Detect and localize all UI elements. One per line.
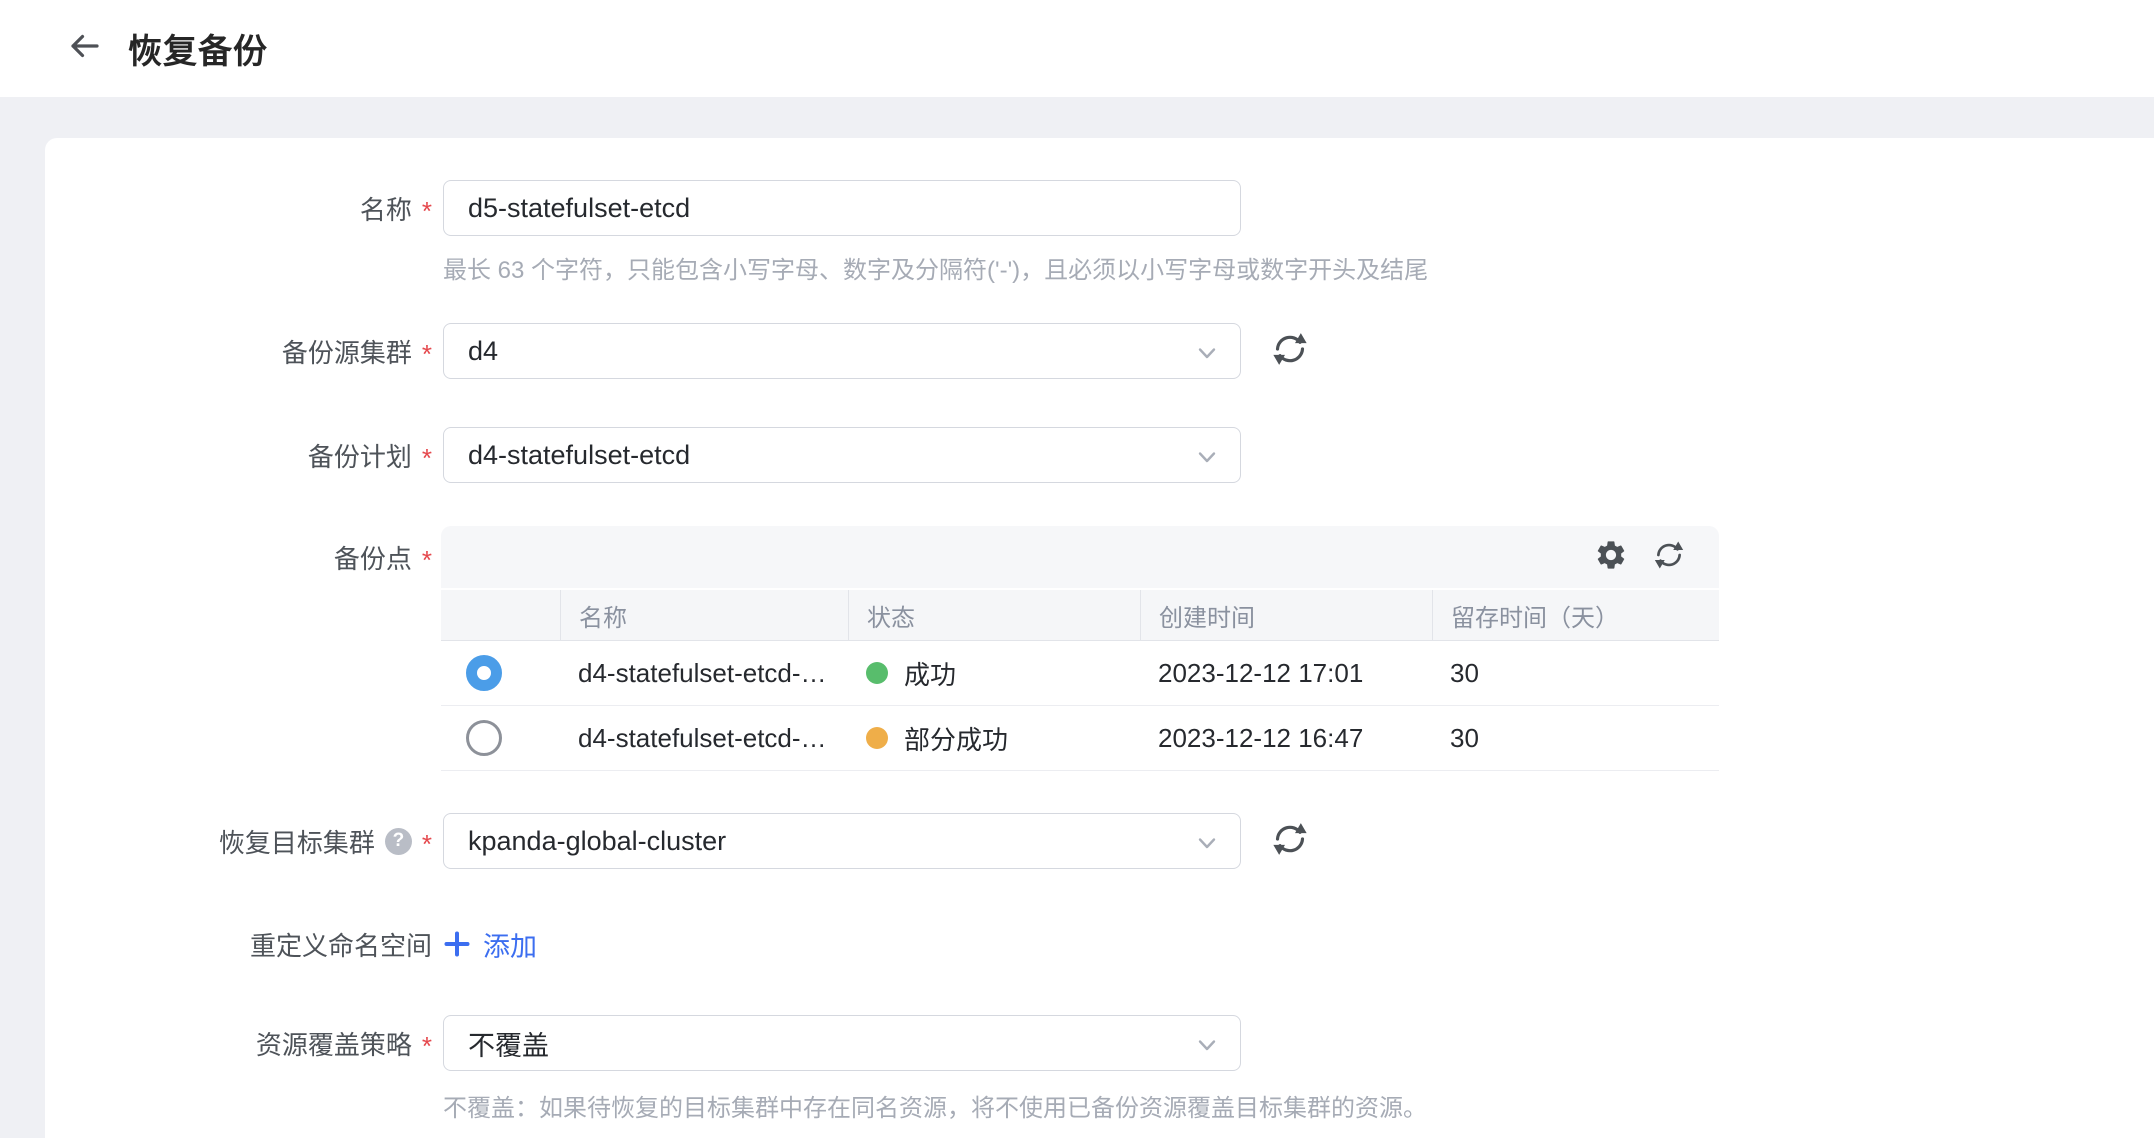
- backup-plan-value: d4-statefulset-etcd: [468, 440, 690, 471]
- name-label-text: 名称: [360, 190, 412, 227]
- status-text: 成功: [904, 655, 956, 692]
- backup-point-name: d4-statefulset-etcd-…: [560, 706, 848, 770]
- source-cluster-value: d4: [468, 336, 498, 367]
- target-cluster-select[interactable]: kpanda-global-cluster: [443, 813, 1241, 869]
- column-settings-button[interactable]: [1593, 539, 1629, 575]
- required-asterisk: *: [422, 831, 432, 857]
- page-header: 恢复备份: [0, 0, 2154, 97]
- backup-point-label: 备份点 *: [45, 526, 432, 588]
- source-cluster-label-text: 备份源集群: [282, 333, 412, 370]
- back-button[interactable]: [62, 27, 106, 71]
- target-cluster-field: kpanda-global-cluster: [443, 813, 1241, 869]
- backup-plan-select[interactable]: d4-statefulset-etcd: [443, 427, 1241, 483]
- refresh-icon: [1270, 819, 1310, 864]
- backup-point-radio-unselected[interactable]: [466, 720, 502, 756]
- required-asterisk: *: [422, 547, 432, 573]
- gear-icon: [1594, 538, 1628, 577]
- backup-plan-label: 备份计划 *: [45, 427, 432, 483]
- restore-backup-page: 恢复备份 名称 * 最长 63 个字符，只能包含小写字母、数字及分隔符('-')…: [0, 0, 2154, 1138]
- status-cell: 成功: [848, 641, 1140, 705]
- name-help-text: 最长 63 个字符，只能包含小写字母、数字及分隔符('-')，且必须以小写字母或…: [443, 250, 1428, 285]
- form-card: 名称 * 最长 63 个字符，只能包含小写字母、数字及分隔符('-')，且必须以…: [45, 138, 2154, 1138]
- created-time: 2023-12-12 16:47: [1140, 706, 1432, 770]
- required-asterisk: *: [422, 445, 432, 471]
- name-input[interactable]: [443, 180, 1241, 236]
- back-arrow-icon: [66, 28, 102, 69]
- radio-column-header: [441, 590, 560, 640]
- overwrite-policy-help-text: 不覆盖：如果待恢复的目标集群中存在同名资源，将不使用已备份资源覆盖目标集群的资源…: [443, 1088, 1427, 1123]
- target-cluster-value: kpanda-global-cluster: [468, 826, 726, 857]
- redefine-namespace-label-text: 重定义命名空间: [250, 926, 432, 963]
- backup-point-toolbar: [441, 526, 1719, 588]
- name-label: 名称 *: [45, 180, 432, 236]
- backup-point-radio-selected[interactable]: [466, 655, 502, 691]
- backup-plan-label-text: 备份计划: [308, 437, 412, 474]
- required-asterisk: *: [422, 198, 432, 224]
- backup-point-table-header: 名称 状态 创建时间 留存时间（天）: [441, 588, 1719, 641]
- backup-plan-field: d4-statefulset-etcd: [443, 427, 1241, 483]
- status-text: 部分成功: [904, 720, 1008, 757]
- backup-point-name: d4-statefulset-etcd-…: [560, 641, 848, 705]
- refresh-icon: [1270, 329, 1310, 374]
- created-time: 2023-12-12 17:01: [1140, 641, 1432, 705]
- overwrite-policy-value: 不覆盖: [468, 1024, 549, 1063]
- chevron-down-icon: [1194, 340, 1220, 371]
- column-header-created: 创建时间: [1140, 590, 1432, 640]
- source-cluster-refresh-button[interactable]: [1266, 327, 1314, 375]
- required-asterisk: *: [422, 1033, 432, 1059]
- plus-icon: [443, 930, 471, 958]
- overwrite-policy-field: 不覆盖: [443, 1015, 1241, 1071]
- column-header-name: 名称: [560, 590, 848, 640]
- overwrite-policy-select[interactable]: 不覆盖: [443, 1015, 1241, 1071]
- backup-point-row[interactable]: d4-statefulset-etcd-… 成功 2023-12-12 17:0…: [441, 641, 1719, 706]
- name-field-wrap: [443, 180, 1241, 236]
- retention-days: 30: [1432, 706, 1719, 770]
- status-dot-partial: [866, 727, 888, 749]
- redefine-namespace-field: 添加: [443, 916, 537, 972]
- target-cluster-label-text: 恢复目标集群: [219, 823, 375, 860]
- refresh-icon: [1652, 538, 1686, 577]
- status-dot-success: [866, 662, 888, 684]
- overwrite-policy-label: 资源覆盖策略 *: [45, 1015, 432, 1071]
- retention-days: 30: [1432, 641, 1719, 705]
- add-namespace-button[interactable]: 添加: [443, 916, 537, 972]
- source-cluster-select[interactable]: d4: [443, 323, 1241, 379]
- target-cluster-label: 恢复目标集群 ? *: [45, 813, 432, 869]
- chevron-down-icon: [1194, 1032, 1220, 1063]
- backup-point-panel: 名称 状态 创建时间 留存时间（天） d4-statefulset-etcd-……: [441, 526, 1719, 771]
- redefine-namespace-label: 重定义命名空间: [45, 916, 432, 972]
- backup-point-label-text: 备份点: [334, 539, 412, 576]
- source-cluster-field: d4: [443, 323, 1241, 379]
- overwrite-policy-label-text: 资源覆盖策略: [256, 1025, 412, 1062]
- add-button-label: 添加: [483, 925, 537, 964]
- radio-cell: [441, 641, 560, 705]
- table-refresh-button[interactable]: [1651, 539, 1687, 575]
- page-title: 恢复备份: [128, 24, 268, 73]
- column-header-retention: 留存时间（天）: [1432, 590, 1719, 640]
- required-asterisk: *: [422, 341, 432, 367]
- help-question-icon[interactable]: ?: [385, 828, 412, 855]
- radio-cell: [441, 706, 560, 770]
- status-cell: 部分成功: [848, 706, 1140, 770]
- column-header-status: 状态: [848, 590, 1140, 640]
- chevron-down-icon: [1194, 444, 1220, 475]
- backup-point-row[interactable]: d4-statefulset-etcd-… 部分成功 2023-12-12 16…: [441, 706, 1719, 771]
- chevron-down-icon: [1194, 830, 1220, 861]
- source-cluster-label: 备份源集群 *: [45, 323, 432, 379]
- target-cluster-refresh-button[interactable]: [1266, 817, 1314, 865]
